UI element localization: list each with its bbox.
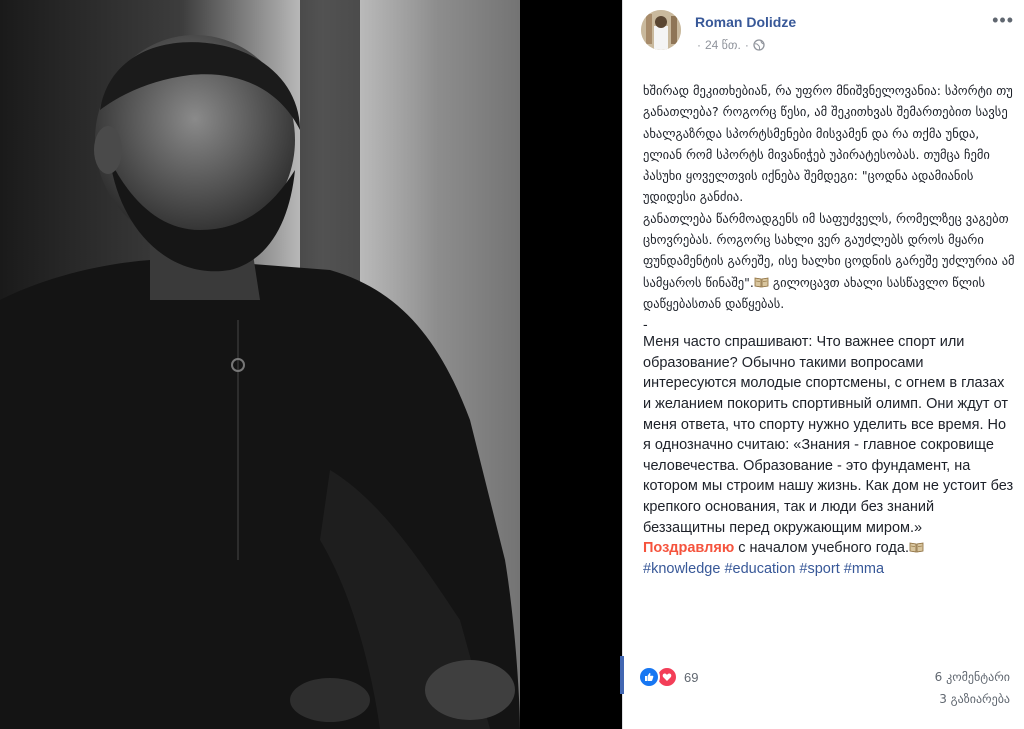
- book-icon: [909, 542, 924, 553]
- post-time[interactable]: 24 წთ.: [705, 38, 741, 52]
- reactions-summary[interactable]: 69: [638, 666, 698, 688]
- hashtags: #knowledge #education #sport #mma: [643, 559, 1015, 580]
- globe-icon[interactable]: [753, 39, 765, 51]
- post-footer: 69 6 კომენტარი 3 გაზიარება: [620, 656, 1024, 729]
- greeting-line: Поздравляю с началом учебного года.: [643, 538, 1015, 559]
- highlight-word: Поздравляю: [643, 540, 735, 557]
- shares-count-link[interactable]: 3 გაზიარება: [935, 688, 1010, 710]
- georgian-main: ხშირად მეკითხებიან, რა უფრო მნიშვნელოვან…: [643, 83, 1015, 290]
- post-body: ხშირად მეკითხებიან, რა უფრო მნიშვნელოვან…: [643, 80, 1015, 579]
- hashtag-sport[interactable]: #sport: [799, 561, 839, 577]
- more-dots-icon[interactable]: •••: [992, 10, 1014, 31]
- russian-text: Меня часто спрашивают: Что важнее спорт …: [643, 334, 1014, 536]
- footer-accent-bar: [620, 656, 624, 694]
- reaction-count: 69: [684, 669, 699, 685]
- post-photo[interactable]: [0, 0, 520, 729]
- russian-tail: с началом учебного года.: [734, 540, 909, 557]
- text-separator: -: [643, 316, 648, 333]
- post-dot: ·: [697, 38, 701, 52]
- avatar[interactable]: [641, 10, 681, 50]
- post-header: Roman Dolidze · 24 წთ. · •••: [641, 10, 1014, 58]
- book-icon: [754, 277, 769, 288]
- post-dot-2: ·: [744, 38, 749, 52]
- like-reaction-icon: [638, 666, 660, 688]
- post-sidebar: Roman Dolidze · 24 წთ. · ••• ხშირად მეკი…: [622, 0, 1024, 729]
- hashtag-knowledge[interactable]: #knowledge: [643, 561, 720, 577]
- hashtag-education[interactable]: #education: [724, 561, 795, 577]
- georgian-text: ხშირად მეკითხებიან, რა უფრო მნიშვნელოვან…: [643, 80, 1015, 314]
- photo-pane: [0, 0, 622, 729]
- comments-count-link[interactable]: 6 კომენტარი: [935, 666, 1010, 688]
- post-meta: · 24 წთ. ·: [697, 38, 765, 52]
- photo-viewer: Roman Dolidze · 24 წთ. · ••• ხშირად მეკი…: [0, 0, 1024, 729]
- post-stats: 6 კომენტარი 3 გაზიარება: [935, 666, 1010, 710]
- avatar-image: [641, 10, 681, 50]
- hashtag-mma[interactable]: #mma: [844, 561, 884, 577]
- author-name[interactable]: Roman Dolidze: [695, 14, 796, 30]
